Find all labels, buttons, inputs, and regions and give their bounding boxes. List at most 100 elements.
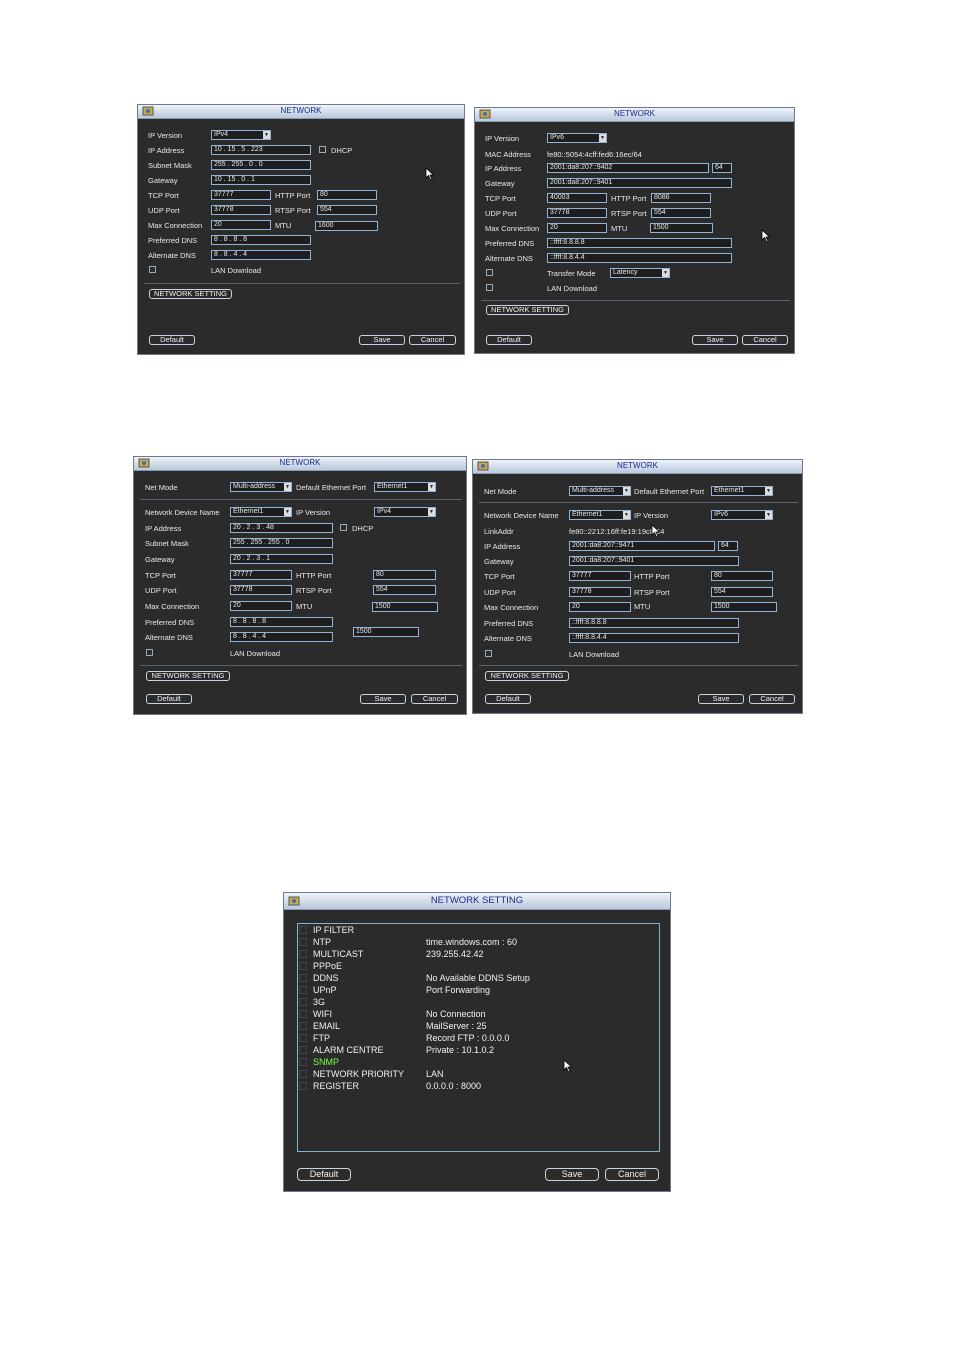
- default-button[interactable]: Default: [146, 694, 192, 704]
- extra-mtu-input[interactable]: 1500: [353, 627, 419, 637]
- item-checkbox[interactable]: [299, 926, 307, 934]
- item-checkbox[interactable]: [299, 974, 307, 982]
- lan-download-checkbox[interactable]: [485, 650, 492, 657]
- ip-version-select[interactable]: IPv6 ▼: [711, 510, 773, 520]
- tcp-port-input[interactable]: 37777: [211, 190, 271, 200]
- alternate-dns-input[interactable]: ::ffff:8.8.4.4: [569, 633, 739, 643]
- subnet-mask-input[interactable]: 255 . 255 . 0 . 0: [211, 160, 311, 170]
- max-connection-input[interactable]: 20: [211, 220, 271, 230]
- gateway-input[interactable]: 20 . 2 . 3 . 1: [230, 554, 333, 564]
- save-button[interactable]: Save: [360, 694, 406, 704]
- udp-port-input[interactable]: 37778: [211, 205, 271, 215]
- cancel-button[interactable]: Cancel: [749, 694, 795, 704]
- tcp-port-input[interactable]: 37777: [569, 571, 631, 581]
- http-port-input[interactable]: 8086: [651, 193, 711, 203]
- http-port-input[interactable]: 80: [373, 570, 436, 580]
- save-button[interactable]: Save: [545, 1168, 599, 1181]
- item-checkbox[interactable]: [299, 1058, 307, 1066]
- item-checkbox[interactable]: [299, 1046, 307, 1054]
- http-port-input[interactable]: 80: [711, 571, 773, 581]
- network-setting-button[interactable]: NETWORK SETTING: [486, 305, 569, 315]
- default-button[interactable]: Default: [297, 1168, 351, 1181]
- default-ethernet-port-select[interactable]: Ethernet1 ▼: [374, 482, 436, 492]
- item-checkbox[interactable]: [299, 998, 307, 1006]
- device-name-select[interactable]: Ethernet1 ▼: [230, 507, 292, 517]
- max-connection-input[interactable]: 20: [230, 601, 292, 611]
- udp-port-input[interactable]: 37778: [569, 587, 631, 597]
- cancel-button[interactable]: Cancel: [409, 335, 456, 345]
- tcp-port-input[interactable]: 40003: [547, 193, 607, 203]
- item-checkbox[interactable]: [299, 1010, 307, 1018]
- item-checkbox[interactable]: [299, 1022, 307, 1030]
- gateway-input[interactable]: 2001:da8:207::9401: [547, 178, 732, 188]
- network-setting-button[interactable]: NETWORK SETTING: [149, 289, 232, 299]
- udp-port-input[interactable]: 37778: [230, 585, 292, 595]
- mtu-input[interactable]: 1500: [650, 223, 713, 233]
- max-connection-input[interactable]: 20: [547, 223, 607, 233]
- item-checkbox[interactable]: [299, 962, 307, 970]
- ip-address-input[interactable]: 10 . 15 . 5 . 223: [211, 145, 311, 155]
- ip-version-select[interactable]: IPv6 ▼: [547, 133, 607, 143]
- label-tcp-port: TCP Port: [485, 194, 516, 203]
- title-bar: NETWORK: [138, 105, 464, 119]
- ip-address-input[interactable]: 2001:da8:207::9402: [547, 163, 709, 173]
- tcp-port-input[interactable]: 37777: [230, 570, 292, 580]
- rtsp-port-input[interactable]: 554: [317, 205, 377, 215]
- lan-download-checkbox[interactable]: [486, 284, 493, 291]
- default-button[interactable]: Default: [485, 694, 531, 704]
- ip-address-input[interactable]: 20 . 2 . 3 . 48: [230, 523, 333, 533]
- udp-port-input[interactable]: 37778: [547, 208, 607, 218]
- cancel-button[interactable]: Cancel: [411, 694, 458, 704]
- prefix-length-input[interactable]: 64: [718, 541, 738, 551]
- dhcp-checkbox[interactable]: [340, 524, 347, 531]
- save-button[interactable]: Save: [359, 335, 405, 345]
- network-setting-button[interactable]: NETWORK SETTING: [146, 671, 230, 681]
- item-checkbox[interactable]: [299, 1070, 307, 1078]
- item-checkbox[interactable]: [299, 1082, 307, 1090]
- max-connection-input[interactable]: 20: [569, 602, 631, 612]
- mtu-input[interactable]: 1500: [372, 602, 438, 612]
- ip-address-input[interactable]: 2001:da8:207::9471: [569, 541, 715, 551]
- rtsp-port-input[interactable]: 554: [711, 587, 773, 597]
- gateway-input[interactable]: 2001:da8:207::9401: [569, 556, 739, 566]
- default-ethernet-port-select[interactable]: Ethernet1 ▼: [711, 486, 773, 496]
- alternate-dns-input[interactable]: ::ffff:8.8.4.4: [547, 253, 732, 263]
- lan-download-checkbox[interactable]: [146, 649, 153, 656]
- mtu-input[interactable]: 1500: [711, 602, 777, 612]
- prefix-length-input[interactable]: 64: [712, 163, 732, 173]
- gateway-input[interactable]: 10 . 15 . 0 . 1: [211, 175, 311, 185]
- item-checkbox[interactable]: [299, 1034, 307, 1042]
- alternate-dns-input[interactable]: 8 . 8 . 4 . 4: [230, 632, 333, 642]
- save-button[interactable]: Save: [698, 694, 744, 704]
- item-checkbox[interactable]: [299, 986, 307, 994]
- preferred-dns-input[interactable]: ::ffff:8.8.8.8: [547, 238, 732, 248]
- default-button[interactable]: Default: [149, 335, 195, 345]
- preferred-dns-input[interactable]: 8 . 8 . 8 . 8: [211, 235, 311, 245]
- net-mode-select[interactable]: Multi-address ▼: [569, 486, 631, 496]
- preferred-dns-input[interactable]: 8 . 8 . 8 . 8: [230, 617, 333, 627]
- ip-version-select[interactable]: IPv4 ▼: [211, 130, 271, 140]
- rtsp-port-input[interactable]: 554: [651, 208, 711, 218]
- http-port-input[interactable]: 80: [317, 190, 377, 200]
- save-button[interactable]: Save: [692, 335, 738, 345]
- item-checkbox[interactable]: [299, 950, 307, 958]
- ip-version-select[interactable]: IPv4 ▼: [374, 507, 436, 517]
- lan-download-checkbox[interactable]: [149, 266, 156, 273]
- cancel-button[interactable]: Cancel: [605, 1168, 659, 1181]
- dhcp-checkbox[interactable]: [319, 146, 326, 153]
- preferred-dns-input[interactable]: ::ffff:8.8.8.8: [569, 618, 739, 628]
- cancel-button[interactable]: Cancel: [742, 335, 788, 345]
- transfer-mode-checkbox[interactable]: [486, 269, 493, 276]
- mtu-input[interactable]: 1600: [315, 221, 378, 231]
- window-title: NETWORK: [614, 109, 655, 118]
- default-button[interactable]: Default: [486, 335, 532, 345]
- item-checkbox[interactable]: [299, 938, 307, 946]
- label-ip-version: IP Version: [485, 134, 520, 143]
- device-name-select[interactable]: Ethernet1 ▼: [569, 510, 631, 520]
- subnet-mask-input[interactable]: 255 . 255 . 255 . 0: [230, 538, 333, 548]
- rtsp-port-input[interactable]: 554: [373, 585, 436, 595]
- net-mode-select[interactable]: Multi-address ▼: [230, 482, 292, 492]
- network-setting-button[interactable]: NETWORK SETTING: [485, 671, 569, 681]
- transfer-mode-select[interactable]: Latency ▼: [610, 268, 670, 278]
- alternate-dns-input[interactable]: 8 . 8 . 4 . 4: [211, 250, 311, 260]
